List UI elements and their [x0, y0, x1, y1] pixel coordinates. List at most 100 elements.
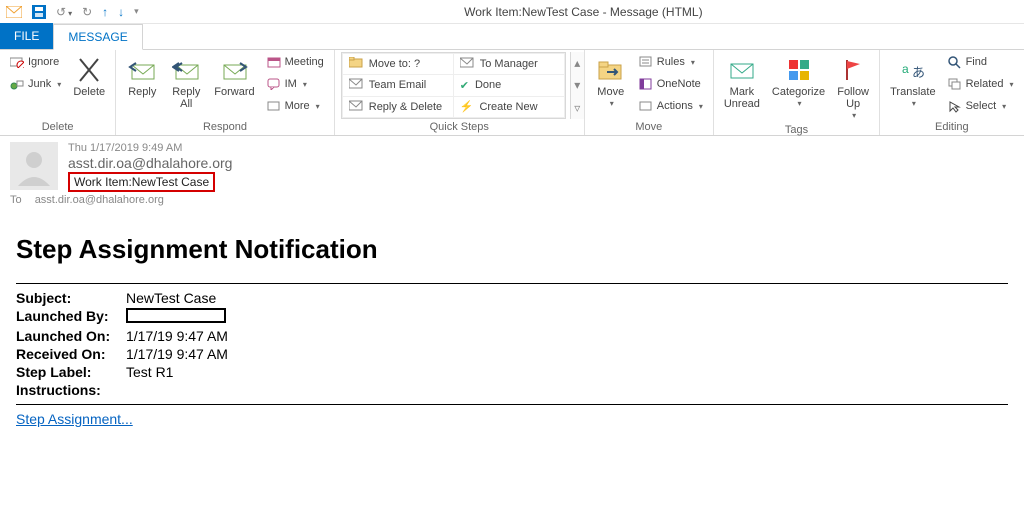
step-assignment-link[interactable]: Step Assignment... — [16, 411, 133, 427]
reply-label: Reply — [128, 86, 156, 98]
group-move: Move Rules OneNote Actions Move — [585, 50, 714, 135]
ignore-button[interactable]: Ignore — [6, 52, 65, 72]
qs-move-to[interactable]: Move to: ? — [343, 54, 453, 74]
mail-icon — [6, 6, 22, 18]
reply-button[interactable]: Reply — [122, 52, 162, 98]
redacted-box — [126, 308, 226, 323]
follow-up-button[interactable]: Follow Up — [833, 52, 873, 122]
body-heading: Step Assignment Notification — [16, 234, 1008, 265]
tab-file[interactable]: FILE — [0, 23, 53, 49]
qs-reply-delete[interactable]: Reply & Delete — [343, 97, 453, 117]
meeting-button[interactable]: Meeting — [263, 52, 328, 72]
onenote-icon — [639, 77, 653, 91]
meeting-label: Meeting — [285, 56, 324, 68]
actions-icon — [639, 99, 653, 113]
down-icon[interactable]: ↓ — [118, 5, 124, 19]
group-move-label: Move — [591, 119, 707, 135]
f-subject-k: Subject: — [16, 290, 126, 306]
qs-expand[interactable]: ▿ — [570, 97, 584, 119]
create-new-icon: ⚡ — [460, 100, 474, 113]
move-button[interactable]: Move — [591, 52, 631, 110]
meeting-icon — [267, 55, 281, 69]
sender-avatar — [10, 142, 58, 190]
qs-create-new[interactable]: ⚡Create New — [454, 97, 564, 117]
qs-done[interactable]: ✔ Done — [454, 75, 564, 95]
to-manager-icon — [460, 57, 474, 71]
move-label: Move — [597, 86, 624, 98]
qs-team-email[interactable]: Team Email — [343, 75, 453, 95]
qs-done-label: Done — [475, 79, 501, 91]
to-label: To — [10, 194, 22, 206]
group-respond: Reply Reply All Forward Meeting IM — [116, 50, 334, 135]
up-icon[interactable]: ↑ — [102, 5, 108, 19]
im-button[interactable]: IM — [263, 74, 328, 94]
f-launchedon-v: 1/17/19 9:47 AM — [126, 328, 228, 344]
qs-teamemail-label: Team Email — [369, 79, 426, 91]
f-launchedby-k: Launched By: — [16, 308, 126, 326]
group-tags: Mark Unread Categorize Follow Up Tags — [714, 50, 880, 135]
onenote-label: OneNote — [657, 78, 701, 90]
ribbon-tab-bar: FILE MESSAGE — [0, 24, 1024, 50]
body-divider-top — [16, 283, 1008, 284]
reply-all-icon — [172, 56, 200, 84]
group-quick-steps: Move to: ? To Manager Team Email ✔ Done R… — [335, 50, 585, 135]
group-delete: Ignore Junk Delete Delete — [0, 50, 116, 135]
delete-icon — [75, 56, 103, 84]
f-steplabel-v: Test R1 — [126, 364, 173, 380]
f-instructions-k: Instructions: — [16, 382, 126, 398]
save-icon[interactable] — [32, 5, 46, 19]
f-receivedon-k: Received On: — [16, 346, 126, 362]
select-icon — [948, 99, 962, 113]
more-icon — [267, 99, 281, 113]
onenote-button[interactable]: OneNote — [635, 74, 707, 94]
group-delete-label: Delete — [6, 119, 109, 135]
qs-replydelete-label: Reply & Delete — [369, 101, 442, 113]
related-button[interactable]: Related — [944, 74, 1018, 94]
forward-button[interactable]: Forward — [210, 52, 258, 98]
flag-icon — [839, 56, 867, 84]
rules-button[interactable]: Rules — [635, 52, 707, 72]
respond-more-button[interactable]: More — [263, 96, 328, 116]
actions-label: Actions — [657, 100, 693, 112]
ribbon: Ignore Junk Delete Delete — [0, 50, 1024, 136]
mark-unread-button[interactable]: Mark Unread — [720, 52, 764, 110]
message-body: Step Assignment Notification Subject:New… — [0, 212, 1024, 438]
find-label: Find — [966, 56, 987, 68]
f-subject-v: NewTest Case — [126, 290, 216, 306]
f-launchedby-v — [126, 308, 226, 326]
find-button[interactable]: Find — [944, 52, 1018, 72]
related-label: Related — [966, 78, 1004, 90]
im-icon — [267, 77, 281, 91]
body-divider-bottom — [16, 404, 1008, 405]
message-subject: Work Item:NewTest Case — [68, 172, 215, 192]
qs-scroll-down[interactable]: ▾ — [570, 74, 584, 96]
window-title: Work Item:NewTest Case - Message (HTML) — [464, 5, 703, 19]
f-receivedon-v: 1/17/19 9:47 AM — [126, 346, 228, 362]
done-icon: ✔ — [460, 79, 469, 92]
delete-label: Delete — [73, 86, 105, 98]
redo-icon[interactable]: ↻ — [82, 5, 92, 19]
qs-to-manager[interactable]: To Manager — [454, 54, 564, 74]
undo-icon[interactable]: ↺ — [56, 5, 72, 19]
mark-unread-icon — [728, 56, 756, 84]
junk-button[interactable]: Junk — [6, 74, 65, 94]
f-steplabel-k: Step Label: — [16, 364, 126, 380]
svg-text:a: a — [902, 62, 909, 76]
categorize-label: Categorize — [772, 86, 825, 98]
group-respond-label: Respond — [122, 119, 327, 135]
translate-button[interactable]: aあ Translate — [886, 52, 939, 110]
reply-all-button[interactable]: Reply All — [166, 52, 206, 110]
actions-button[interactable]: Actions — [635, 96, 707, 116]
qs-scroll-up[interactable]: ▴ — [570, 52, 584, 74]
ignore-label: Ignore — [28, 56, 59, 68]
tab-message[interactable]: MESSAGE — [53, 24, 142, 50]
qat-customize-icon[interactable]: ▾ — [134, 6, 139, 17]
more-label: More — [285, 100, 310, 112]
delete-button[interactable]: Delete — [69, 52, 109, 98]
categorize-button[interactable]: Categorize — [768, 52, 829, 110]
message-header: Thu 1/17/2019 9:49 AM asst.dir.oa@dhalah… — [0, 136, 1024, 192]
to-value: asst.dir.oa@dhalahore.org — [35, 194, 164, 206]
select-button[interactable]: Select — [944, 96, 1018, 116]
message-from: asst.dir.oa@dhalahore.org — [68, 155, 232, 171]
ignore-icon — [10, 55, 24, 69]
